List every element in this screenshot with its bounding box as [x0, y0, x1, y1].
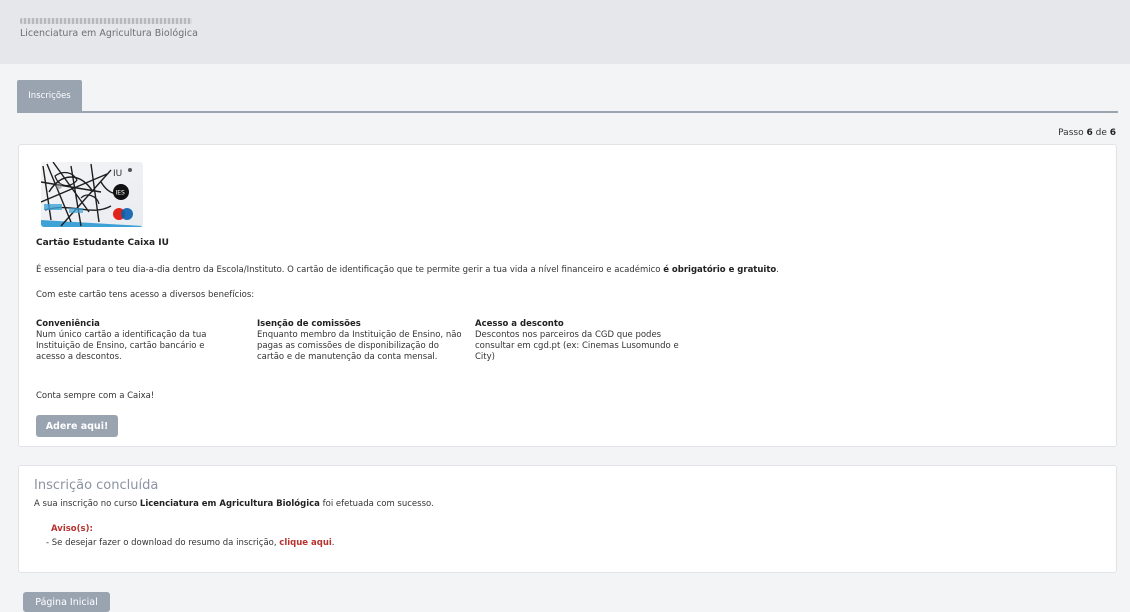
card-title: Cartão Estudante Caixa IU: [36, 238, 169, 248]
benefit-commission-exemption: Isenção de comissões Enquanto membro da …: [257, 319, 462, 363]
benefit-text: Num único cartão a identificação da tua …: [36, 330, 207, 362]
card-intro: É essencial para o teu dia-a-dia dentro …: [36, 265, 779, 275]
inscription-title: Inscrição concluída: [34, 478, 159, 493]
inscription-text-start: A sua inscrição no curso: [34, 499, 140, 509]
benefits-intro: Com este cartão tens acesso a diversos b…: [36, 290, 255, 300]
warning-text-end: .: [331, 538, 335, 548]
benefit-title: Isenção de comissões: [257, 319, 361, 329]
warning-item: - Se desejar fazer o download do resumo …: [46, 538, 335, 548]
benefit-title: Conveniência: [36, 319, 100, 329]
student-card-panel: IU IES Cartão Estudante Caixa IU É essen…: [18, 144, 1117, 447]
student-card-image: IU IES: [41, 162, 143, 227]
benefit-convenience: Conveniência Num único cartão a identifi…: [36, 319, 231, 363]
warning-text: - Se desejar fazer o download do resumo …: [46, 538, 280, 548]
download-summary-link[interactable]: clique aqui: [279, 538, 332, 548]
benefit-text: Descontos nos parceiros da CGD que podes…: [475, 330, 679, 362]
inscription-course: Licenciatura em Agricultura Biológica: [139, 499, 320, 509]
inscription-complete-panel: Inscrição concluída A sua inscrição no c…: [18, 465, 1117, 573]
tab-inscricoes[interactable]: Inscrições: [17, 80, 82, 111]
card-footer-text: Conta sempre com a Caixa!: [36, 391, 155, 401]
benefit-title: Acesso a desconto: [475, 319, 564, 329]
inscription-text-end: foi efetuada com sucesso.: [319, 499, 434, 509]
step-total: 6: [1109, 128, 1116, 138]
adere-button[interactable]: Adere aqui!: [36, 415, 118, 437]
card-graphic: IU IES: [41, 162, 143, 227]
benefit-text: Enquanto membro da Instituição de Ensino…: [257, 330, 462, 362]
card-intro-bold: é obrigatório e gratuito: [663, 265, 777, 275]
step-sep: de: [1095, 128, 1107, 138]
card-intro-text: É essencial para o teu dia-a-dia dentro …: [36, 265, 664, 275]
step-indicator: Passo 6 de 6: [1058, 128, 1116, 138]
card-intro-end: .: [776, 265, 779, 275]
card-badge-text: IES: [116, 190, 126, 197]
tab-bar: Inscrições: [17, 80, 1118, 113]
warnings-title: Aviso(s):: [51, 524, 93, 534]
step-current: 6: [1086, 128, 1093, 138]
inscription-message: A sua inscrição no curso Licenciatura em…: [34, 499, 434, 509]
redacted-student-name: [20, 18, 192, 24]
home-page-button[interactable]: Página Inicial: [23, 592, 110, 612]
benefit-discounts: Acesso a desconto Descontos nos parceiro…: [475, 319, 685, 363]
page-header: Licenciatura em Agricultura Biológica: [0, 0, 1130, 64]
step-prefix: Passo: [1058, 128, 1084, 138]
card-brand-text: IU: [113, 169, 122, 179]
header-course-name: Licenciatura em Agricultura Biológica: [20, 28, 198, 39]
